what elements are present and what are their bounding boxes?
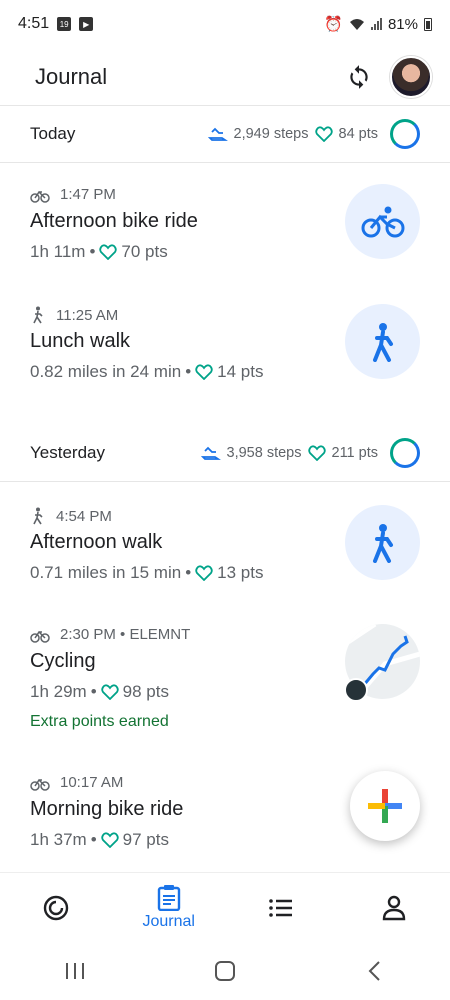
bike-icon: [30, 190, 50, 203]
home-button[interactable]: [205, 956, 245, 986]
list-item[interactable]: 11:25 AM Lunch walk 0.82 miles in 24 min…: [0, 292, 450, 412]
status-bar: 4:51 19 ▶ ⏰ 81%: [0, 0, 450, 48]
bike-icon: [361, 206, 404, 237]
steps-count: 2,949 steps: [233, 125, 309, 142]
heart-points: 211 pts: [331, 444, 379, 461]
activity-points: 13 pts: [217, 563, 264, 582]
activity-title: Lunch walk: [30, 330, 131, 352]
list-icon: [269, 898, 293, 917]
bike-icon: [30, 778, 50, 791]
heart-points-icon: [195, 565, 213, 581]
day-header-yesterday[interactable]: Yesterday 3,958 steps 211 pts: [0, 424, 450, 482]
steps-icon: [200, 446, 221, 460]
list-item[interactable]: 1:47 PM Afternoon bike ride 1h 11m • 70 …: [0, 172, 450, 292]
day-header-today[interactable]: Today 2,949 steps 84 pts: [0, 105, 450, 163]
system-navigation: [0, 942, 450, 1000]
heart-points-icon: [307, 444, 326, 461]
heart-points-icon: [99, 244, 118, 260]
walk-icon: [33, 306, 43, 324]
steps-icon: [207, 127, 228, 141]
list-item[interactable]: 4:54 PM Afternoon walk 0.71 miles in 15 …: [0, 493, 450, 613]
activity-title: Cycling: [30, 650, 96, 672]
activity-points: 97 pts: [122, 830, 169, 849]
battery-icon: [424, 17, 432, 31]
activity-detail: 0.82 miles in 24 min: [30, 362, 182, 381]
profile-icon: [382, 895, 405, 920]
plus-icon: [368, 789, 402, 823]
daily-goal-ring: [390, 437, 420, 468]
app-bar: Journal: [0, 48, 450, 106]
walk-icon: [33, 507, 43, 525]
activity-title: Afternoon bike ride: [30, 210, 198, 232]
heart-points-icon: [100, 684, 119, 700]
activity-points: 70 pts: [121, 242, 168, 261]
heart-points-icon: [195, 364, 213, 380]
journal-icon: [157, 884, 180, 911]
youtube-icon: ▶: [79, 17, 94, 31]
bottom-navigation: Journal: [0, 872, 450, 942]
home-ring-icon: [44, 895, 69, 920]
nav-home[interactable]: [6, 894, 106, 922]
day-title: Today: [30, 123, 76, 143]
activity-detail: 0.71 miles in 15 min: [30, 563, 182, 582]
activity-type-badge: [345, 304, 420, 379]
activity-time: 1:47 PM: [60, 186, 116, 203]
sync-icon[interactable]: [346, 64, 372, 90]
activity-detail: 1h 11m: [30, 242, 86, 261]
activity-title: Morning bike ride: [30, 798, 184, 820]
steps-count: 3,958 steps: [226, 444, 302, 461]
back-button[interactable]: [355, 956, 395, 986]
nav-journal-label: Journal: [142, 912, 195, 930]
activity-detail: 1h 37m: [30, 830, 87, 849]
activity-detail: 1h 29m: [30, 682, 87, 701]
page-title: Journal: [35, 63, 108, 89]
activity-time: 10:17 AM: [60, 774, 124, 791]
daily-goal-ring: [390, 118, 420, 149]
heart-points-icon: [100, 832, 119, 848]
nav-journal[interactable]: Journal: [119, 884, 219, 931]
battery-percent: 81%: [387, 15, 418, 33]
activity-points: 98 pts: [122, 682, 169, 701]
heart-points-icon: [314, 125, 333, 142]
wifi-icon: [349, 19, 364, 30]
elemnt-source-icon: [344, 678, 368, 702]
activity-type-badge: [345, 505, 420, 580]
activity-time: 4:54 PM: [56, 507, 112, 525]
activity-title: Afternoon walk: [30, 531, 163, 553]
nav-profile[interactable]: [344, 895, 444, 921]
activity-time: 11:25 AM: [56, 306, 119, 324]
list-item[interactable]: 2:30 PM • ELEMNT Cycling 1h 29m • 98 pts…: [0, 612, 450, 762]
alarm-icon: ⏰: [324, 16, 343, 33]
avatar[interactable]: [390, 55, 432, 98]
extra-points-label: Extra points earned: [30, 713, 169, 730]
activity-time: 2:30 PM • ELEMNT: [60, 626, 191, 643]
recent-apps-icon: [66, 963, 84, 979]
bike-icon: [30, 630, 50, 643]
activity-type-badge: [345, 184, 420, 259]
recent-apps-button[interactable]: [55, 956, 95, 986]
calendar-icon: 19: [57, 17, 72, 31]
add-activity-button[interactable]: [350, 771, 420, 841]
heart-points: 84 pts: [338, 125, 379, 142]
signal-icon: [370, 18, 382, 30]
walk-icon: [372, 322, 393, 362]
activity-points: 14 pts: [217, 362, 264, 381]
status-time: 4:51: [18, 15, 50, 32]
nav-browse[interactable]: [231, 897, 331, 919]
back-chevron-icon: [368, 961, 380, 981]
home-square-icon: [215, 961, 235, 981]
day-title: Yesterday: [30, 442, 105, 462]
walk-icon: [372, 523, 393, 563]
